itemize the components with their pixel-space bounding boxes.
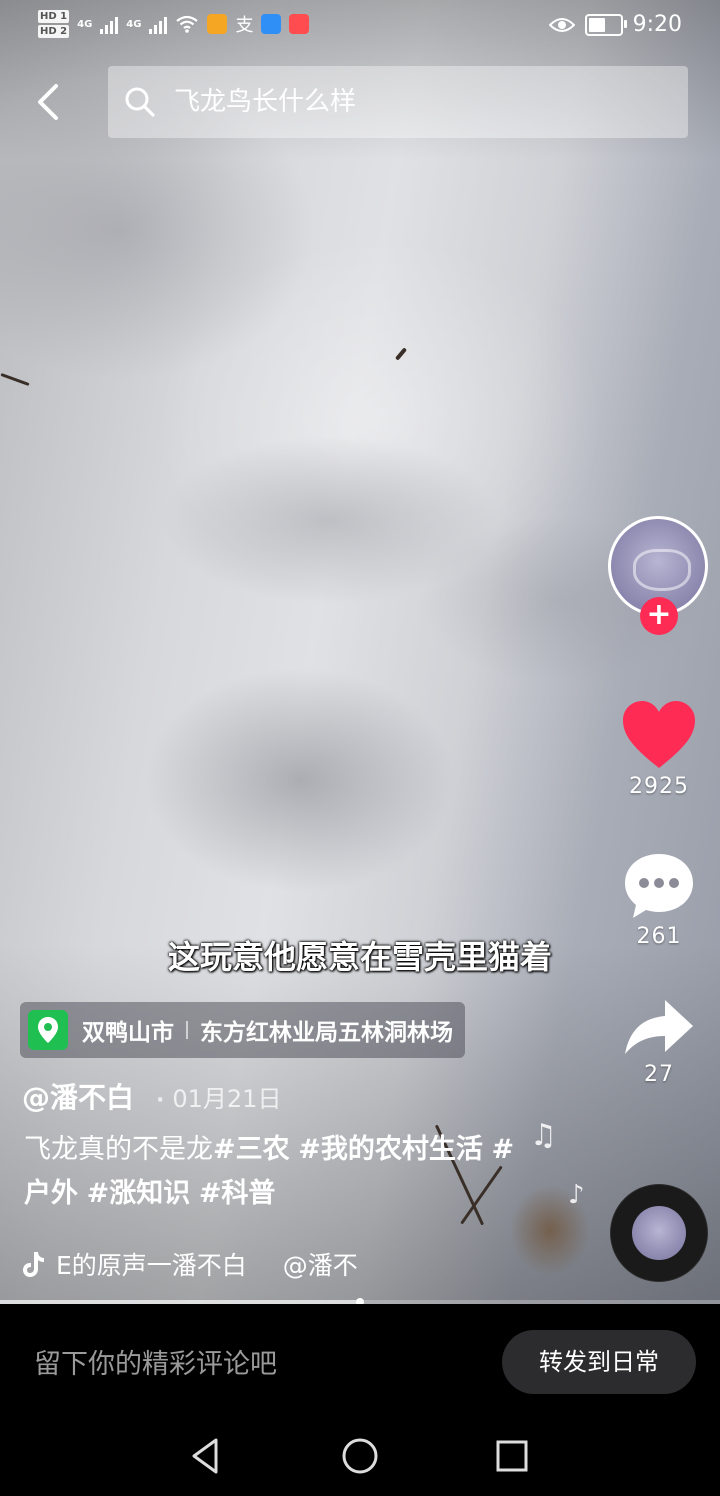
status-left: HD 1 HD 2 4G 4G 支 bbox=[38, 10, 310, 38]
search-app-icon bbox=[261, 14, 282, 34]
share-count: 27 bbox=[644, 1062, 674, 1087]
tiktok-note-icon bbox=[23, 1252, 44, 1277]
hashtag-link[interactable]: #三农 bbox=[213, 1134, 290, 1165]
date-dot: · bbox=[156, 1088, 165, 1113]
weibo-app-icon bbox=[207, 14, 228, 34]
repost-button[interactable]: 转发到日常 bbox=[502, 1330, 696, 1394]
disc-art bbox=[632, 1206, 686, 1260]
location-place: 东方红林业局五林洞林场 bbox=[200, 1020, 453, 1046]
network1-label: 4G bbox=[77, 18, 93, 30]
battery-icon bbox=[584, 13, 627, 36]
music-artist: @潘不 bbox=[282, 1251, 358, 1280]
location-city: 双鸭山市 bbox=[82, 1020, 174, 1046]
screen: HD 1 HD 2 4G 4G 支 9:20 飞龙鸟长什么样 + 2925 26… bbox=[0, 0, 720, 1496]
comment-bar: 留下你的精彩评论吧 转发到日常 bbox=[0, 1304, 720, 1414]
floating-note-icon: ♫ bbox=[530, 1118, 557, 1153]
wifi-icon bbox=[176, 15, 199, 33]
share-arrow-icon bbox=[625, 1000, 693, 1054]
location-chip[interactable]: 双鸭山市 东方红林业局五林洞林场 bbox=[20, 1002, 465, 1058]
video-subtitle: 这玩意他愿意在雪壳里猫着 bbox=[167, 938, 552, 976]
post-date: 01月21日 bbox=[172, 1085, 282, 1113]
location-separator bbox=[186, 1021, 188, 1039]
search-bar[interactable]: 飞龙鸟长什么样 bbox=[108, 66, 688, 138]
music-disc-icon[interactable] bbox=[610, 1184, 708, 1282]
hashtag-link[interactable]: #科普 bbox=[199, 1178, 276, 1209]
hd2-badge: HD 2 bbox=[38, 25, 70, 38]
twig bbox=[0, 372, 30, 387]
hashtag-link[interactable]: #涨知识 bbox=[87, 1178, 191, 1209]
status-bar: HD 1 HD 2 4G 4G 支 9:20 bbox=[0, 0, 720, 56]
music-title: E的原声一潘不白 bbox=[56, 1251, 247, 1280]
back-arrow-icon[interactable] bbox=[28, 80, 72, 124]
hd-badges: HD 1 HD 2 bbox=[38, 10, 70, 38]
search-icon bbox=[125, 87, 155, 117]
battery-fill bbox=[588, 17, 606, 32]
comment-input[interactable]: 留下你的精彩评论吧 bbox=[34, 1342, 277, 1381]
status-right: 9:20 bbox=[548, 12, 682, 37]
signal1-icon bbox=[100, 14, 119, 34]
author-name[interactable]: @潘不白 bbox=[22, 1076, 134, 1116]
hd1-badge: HD 1 bbox=[38, 10, 70, 23]
clock: 9:20 bbox=[632, 12, 682, 37]
floating-note-icon: ♪ bbox=[568, 1180, 585, 1210]
search-query: 飞龙鸟长什么样 bbox=[174, 87, 357, 117]
comment-bubble-icon bbox=[625, 854, 693, 918]
author-line: @潘不白 · 01月21日 bbox=[22, 1076, 281, 1116]
system-nav-bar bbox=[0, 1414, 720, 1496]
like-count: 2925 bbox=[629, 774, 689, 799]
nav-back-icon[interactable] bbox=[186, 1436, 226, 1476]
location-pin-icon bbox=[28, 1010, 68, 1050]
eye-icon bbox=[548, 17, 575, 32]
nav-home-icon[interactable] bbox=[340, 1436, 380, 1476]
share-button[interactable]: 27 bbox=[609, 998, 709, 1087]
nav-recents-icon[interactable] bbox=[492, 1436, 532, 1476]
avatar-face bbox=[633, 549, 691, 591]
signal2-icon bbox=[149, 14, 168, 34]
hashtag-link[interactable]: #我的农村生活 bbox=[298, 1134, 483, 1165]
like-button[interactable]: 2925 bbox=[609, 700, 709, 799]
reader-app-icon bbox=[289, 14, 310, 34]
twig bbox=[394, 347, 408, 361]
post-text: 飞龙真的不是龙 bbox=[24, 1134, 213, 1165]
heart-icon bbox=[623, 701, 695, 768]
post-description: 飞龙真的不是龙#三农 #我的农村生活 #户外 #涨知识 #科普 bbox=[24, 1128, 524, 1216]
network2-label: 4G bbox=[126, 18, 142, 30]
music-marquee[interactable]: E的原声一潘不白 @潘不 bbox=[22, 1246, 382, 1282]
follow-plus-button[interactable]: + bbox=[640, 597, 678, 635]
alipay-app-icon: 支 bbox=[235, 15, 254, 36]
